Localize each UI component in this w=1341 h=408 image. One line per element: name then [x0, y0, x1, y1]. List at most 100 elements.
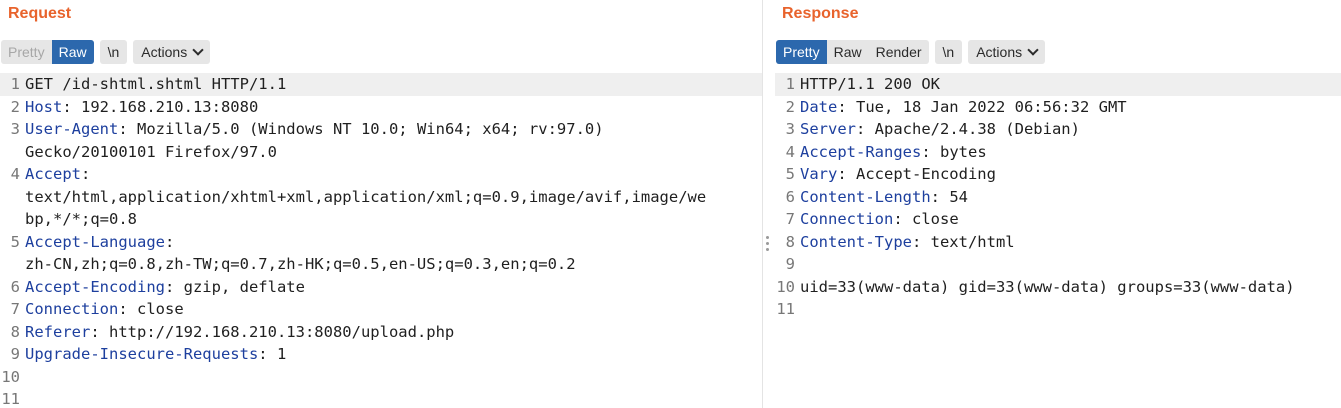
- line-number: 11: [1, 390, 20, 408]
- code-line: 2 Date: Tue, 18 Jan 2022 06:56:32 GMT: [775, 96, 1341, 119]
- header-line: Accept-Language:: [25, 231, 762, 254]
- line-number: 8: [785, 232, 795, 251]
- code-line: 4 Accept-Ranges: bytes: [775, 141, 1341, 164]
- header-key: User-Agent: [25, 120, 119, 138]
- line-text: Gecko/20100101 Firefox/97.0: [25, 142, 277, 161]
- header-value: : Apache/2.4.38 (Debian): [856, 120, 1080, 138]
- header-line: Server: Apache/2.4.38 (Debian): [800, 118, 1341, 141]
- code-line: Gecko/20100101 Firefox/97.0: [0, 141, 762, 164]
- response-pretty-tab[interactable]: Pretty: [776, 40, 827, 64]
- line-number: 10: [1, 367, 20, 386]
- header-line: Accept-Encoding: gzip, deflate: [25, 276, 762, 299]
- code-line: 6 Content-Length: 54: [775, 186, 1341, 209]
- response-pane: Response Pretty Raw Render \n Actions 1H…: [775, 0, 1341, 408]
- code-line: 11: [775, 298, 1341, 321]
- pane-divider[interactable]: [762, 0, 776, 408]
- header-key: Connection: [800, 210, 894, 228]
- request-editor[interactable]: 1 GET /id-shtml.shtml HTTP/1.1 2 Host: 192.…: [0, 73, 762, 408]
- header-line: Connection: close: [800, 208, 1341, 231]
- line-text: uid=33(www-data) gid=33(www-data) groups…: [800, 277, 1295, 296]
- code-line: zh-CN,zh;q=0.8,zh-TW;q=0.7,zh-HK;q=0.5,e…: [0, 253, 762, 276]
- header-key: Vary: [800, 165, 838, 183]
- line-number: 2: [785, 97, 795, 116]
- line-number: 4: [785, 142, 795, 161]
- header-value: : text/html: [911, 232, 1015, 251]
- code-line: 9 Upgrade-Insecure-Requests: 1: [0, 343, 762, 366]
- header-value: : 54: [930, 187, 968, 206]
- header-line: Host: 192.168.210.13:8080: [25, 96, 762, 119]
- header-key: Accept: [25, 165, 81, 183]
- line-number: 3: [785, 120, 795, 138]
- response-title: Response: [782, 5, 859, 22]
- request-pane: Request Pretty Raw \n Actions 1 GET /id-s…: [0, 0, 762, 408]
- header-value: : gzip, deflate: [164, 277, 305, 296]
- code-line: 8 Content-Type: text/html: [775, 231, 1341, 254]
- line-text: [25, 366, 762, 389]
- request-toolbar: Pretty Raw \n Actions: [1, 40, 211, 64]
- header-key: Accept-Encoding: [25, 277, 165, 296]
- code-line: text/html,application/xhtml+xml,applicat…: [0, 186, 762, 209]
- code-line: 6 Accept-Encoding: gzip, deflate: [0, 276, 762, 299]
- request-raw-tab[interactable]: Raw: [51, 40, 94, 64]
- line-number: 9: [10, 345, 20, 363]
- line-text: HTTP/1.1 200 OK: [800, 75, 940, 93]
- line-text: zh-CN,zh;q=0.8,zh-TW;q=0.7,zh-HK;q=0.5,e…: [25, 255, 576, 273]
- header-key: Accept-Language: [25, 232, 165, 251]
- drag-handle-icon[interactable]: [766, 236, 770, 254]
- response-actions-button[interactable]: Actions: [968, 40, 1046, 64]
- response-raw-tab[interactable]: Raw: [827, 40, 869, 64]
- code-line: 10 uid=33(www-data) gid=33(www-data) grou…: [775, 276, 1341, 299]
- header-key: Referer: [25, 322, 91, 341]
- header-line: Referer: http://192.168.210.13:8080/uplo…: [25, 321, 762, 344]
- code-line: 10: [0, 366, 762, 389]
- chevron-down-icon: [192, 44, 204, 56]
- header-line: Vary: Accept-Encoding: [800, 163, 1341, 186]
- line-number: [0, 141, 25, 164]
- header-value: :: [164, 232, 175, 251]
- response-newline-toggle[interactable]: \n: [934, 40, 963, 64]
- header-key: Accept-Ranges: [800, 142, 922, 161]
- line-number: 5: [785, 165, 795, 183]
- response-editor[interactable]: 1 HTTP/1.1 200 OK 2 Date: Tue, 18 Jan 2022 …: [775, 73, 1341, 408]
- header-line: Connection: close: [25, 298, 762, 321]
- code-line: bp,*/*;q=0.8: [0, 208, 762, 231]
- line-number: 2: [10, 97, 20, 116]
- header-key: Server: [800, 120, 856, 138]
- line-number: 9: [785, 255, 795, 273]
- code-line: 9: [775, 253, 1341, 276]
- code-line: 2 Host: 192.168.210.13:8080: [0, 96, 762, 119]
- response-render-tab[interactable]: Render: [869, 40, 929, 64]
- line-text: [25, 388, 762, 408]
- request-newline-toggle[interactable]: \n: [99, 40, 128, 64]
- code-line: 5 Accept-Language:: [0, 231, 762, 254]
- request-actions-button[interactable]: Actions: [133, 40, 211, 64]
- response-toolbar: Pretty Raw Render \n Actions: [776, 40, 1046, 64]
- header-value: : Accept-Encoding: [837, 165, 996, 183]
- code-line: 1 HTTP/1.1 200 OK: [775, 73, 1341, 96]
- line-number: 4: [10, 165, 20, 183]
- line-number: 7: [10, 300, 20, 318]
- header-key: Connection: [25, 300, 119, 318]
- chevron-down-icon: [1027, 44, 1039, 56]
- code-line: 7 Connection: close: [0, 298, 762, 321]
- code-line: 5 Vary: Accept-Encoding: [775, 163, 1341, 186]
- line-text: text/html,application/xhtml+xml,applicat…: [25, 187, 707, 206]
- line-text: GET /id-shtml.shtml HTTP/1.1: [25, 75, 287, 93]
- header-value: : 1: [258, 345, 287, 363]
- header-value: : close: [118, 300, 184, 318]
- header-line: Date: Tue, 18 Jan 2022 06:56:32 GMT: [800, 96, 1341, 119]
- header-key: Content-Type: [800, 232, 912, 251]
- response-view-toggle: Pretty Raw Render: [776, 40, 929, 64]
- request-pretty-tab[interactable]: Pretty: [1, 40, 52, 64]
- response-actions-label: Actions: [976, 44, 1023, 60]
- header-key: Date: [800, 97, 838, 116]
- line-number: 8: [10, 322, 20, 341]
- line-text: [800, 253, 1341, 276]
- line-number: 10: [776, 277, 795, 296]
- header-line: Accept:: [25, 163, 762, 186]
- code-line: 11: [0, 388, 762, 408]
- header-value: :: [81, 165, 91, 183]
- header-line: Accept-Ranges: bytes: [800, 141, 1341, 164]
- line-number: 1: [785, 75, 795, 93]
- header-value: : Mozilla/5.0 (Windows NT 10.0; Win64; x…: [118, 120, 604, 138]
